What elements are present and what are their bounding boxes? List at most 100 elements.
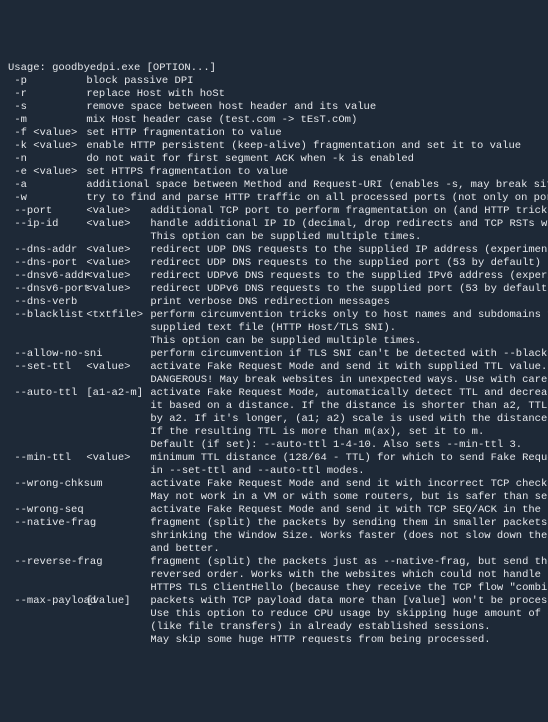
terminal-line: This option can be supplied multiple tim… (8, 231, 540, 244)
option-description: HTTPS TLS ClientHello (because they rece… (150, 582, 548, 595)
terminal-line: --dns-verb print verbose DNS redirection … (8, 296, 540, 309)
terminal-line: --auto-ttl[a1-a2-m]activate Fake Request… (8, 387, 540, 400)
option-description: DANGEROUS! May break websites in unexpec… (150, 374, 548, 387)
option-param: <value> (86, 361, 150, 374)
option-description: it based on a distance. If the distance … (150, 400, 548, 413)
option-flag: -f <value> (14, 127, 86, 140)
option-param: <value> (86, 257, 150, 270)
terminal-line: If the resulting TTL is more than m(ax),… (8, 426, 540, 439)
terminal-line: -k <value>enable HTTP persistent (keep-a… (8, 140, 540, 153)
option-description: mix Host header case (test.com -> tEsT.c… (86, 114, 357, 127)
option-flag: -w (14, 192, 86, 205)
terminal-line: --dnsv6-port<value>redirect UDPv6 DNS re… (8, 283, 540, 296)
terminal-line: -sremove space between host header and i… (8, 101, 540, 114)
option-flag: -n (14, 153, 86, 166)
option-description: do not wait for first segment ACK when -… (86, 153, 414, 166)
option-description: additional space between Method and Requ… (86, 179, 548, 192)
terminal-line: in --set-ttl and --auto-ttl modes. (8, 465, 540, 478)
option-description: May not work in a VM or with some router… (150, 491, 548, 504)
terminal-line: Default (if set): --auto-ttl 1-4-10. Als… (8, 439, 540, 452)
option-description: This option can be supplied multiple tim… (150, 335, 421, 348)
option-description: activate Fake Request Mode and send it w… (150, 361, 547, 374)
option-flag: --allow-no-sni (14, 348, 86, 361)
terminal-line: May not work in a VM or with some router… (8, 491, 540, 504)
option-param: [value] (86, 595, 150, 608)
terminal-line: --wrong-chksumactivate Fake Request Mode… (8, 478, 540, 491)
terminal-line: --min-ttl<value>minimum TTL distance (12… (8, 452, 540, 465)
option-description: redirect UDP DNS requests to the supplie… (150, 244, 548, 257)
terminal-line: -e <value>set HTTPS fragmentation to val… (8, 166, 540, 179)
option-flag: --max-payload (14, 595, 86, 608)
option-flag: -k <value> (14, 140, 86, 153)
option-flag: --dns-addr (14, 244, 86, 257)
option-flag: --auto-ttl (14, 387, 86, 400)
option-flag: --wrong-chksum (14, 478, 86, 491)
terminal-line: --dnsv6-addr<value>redirect UDPv6 DNS re… (8, 270, 540, 283)
option-description: block passive DPI (86, 75, 193, 88)
terminal-line: --set-ttl<value>activate Fake Request Mo… (8, 361, 540, 374)
option-description: This option can be supplied multiple tim… (150, 231, 421, 244)
terminal-line: --wrong-seqactivate Fake Request Mode an… (8, 504, 540, 517)
terminal-line: This option can be supplied multiple tim… (8, 335, 540, 348)
option-description: (like file transfers) in already establi… (150, 621, 490, 634)
terminal-line: --blacklist<txtfile>perform circumventio… (8, 309, 540, 322)
option-description: additional TCP port to perform fragmenta… (150, 205, 548, 218)
option-flag: -e <value> (14, 166, 86, 179)
terminal-line: -ndo not wait for first segment ACK when… (8, 153, 540, 166)
terminal-line: Usage: goodbyedpi.exe [OPTION...] (8, 62, 540, 75)
option-description: replace Host with hoSt (86, 88, 225, 101)
option-description: print verbose DNS redirection messages (150, 296, 389, 309)
terminal-line: shrinking the Window Size. Works faster … (8, 530, 540, 543)
option-param: <value> (86, 218, 150, 231)
option-flag: -a (14, 179, 86, 192)
option-description: enable HTTP persistent (keep-alive) frag… (86, 140, 521, 153)
option-flag: -m (14, 114, 86, 127)
terminal-line: --native-fragfragment (split) the packet… (8, 517, 540, 530)
option-flag: --dns-verb (14, 296, 86, 309)
option-description: Use this option to reduce CPU usage by s… (150, 608, 548, 621)
option-description: redirect UDPv6 DNS requests to the suppl… (150, 270, 548, 283)
option-flag: --wrong-seq (14, 504, 86, 517)
terminal-line: by a2. If it's longer, (a1; a2) scale is… (8, 413, 540, 426)
terminal-line: supplied text file (HTTP Host/TLS SNI). (8, 322, 540, 335)
option-flag: --reverse-frag (14, 556, 86, 569)
option-description: perform circumvention tricks only to hos… (150, 309, 548, 322)
terminal-line: Use this option to reduce CPU usage by s… (8, 608, 540, 621)
option-flag: -s (14, 101, 86, 114)
option-flag: --native-frag (14, 517, 86, 530)
terminal-line: (like file transfers) in already establi… (8, 621, 540, 634)
option-flag: -r (14, 88, 86, 101)
option-description: fragment (split) the packets by sending … (150, 517, 548, 530)
usage-header: Usage: goodbyedpi.exe [OPTION...] (8, 62, 216, 74)
terminal-line: -aadditional space between Method and Re… (8, 179, 540, 192)
option-param: <txtfile> (86, 309, 150, 322)
option-description: remove space between host header and its… (86, 101, 376, 114)
option-flag: --dnsv6-port (14, 283, 86, 296)
terminal-line: --ip-id<value>handle additional IP ID (d… (8, 218, 540, 231)
terminal-line: -pblock passive DPI (8, 75, 540, 88)
option-description: perform circumvention if TLS SNI can't b… (150, 348, 548, 361)
terminal-line: -wtry to find and parse HTTP traffic on … (8, 192, 540, 205)
terminal-line: --reverse-fragfragment (split) the packe… (8, 556, 540, 569)
option-description: set HTTPS fragmentation to value (86, 166, 288, 179)
option-description: handle additional IP ID (decimal, drop r… (150, 218, 548, 231)
terminal-line: -mmix Host header case (test.com -> tEsT… (8, 114, 540, 127)
option-flag: -p (14, 75, 86, 88)
terminal-line: --dns-addr<value>redirect UDP DNS reques… (8, 244, 540, 257)
option-description: reversed order. Works with the websites … (150, 569, 548, 582)
terminal-line: --port<value>additional TCP port to perf… (8, 205, 540, 218)
terminal-line: -f <value>set HTTP fragmentation to valu… (8, 127, 540, 140)
terminal-line: -rreplace Host with hoSt (8, 88, 540, 101)
option-param: <value> (86, 452, 150, 465)
option-description: set HTTP fragmentation to value (86, 127, 281, 140)
terminal-line: DANGEROUS! May break websites in unexpec… (8, 374, 540, 387)
option-flag: --dns-port (14, 257, 86, 270)
option-flag: --port (14, 205, 86, 218)
terminal-line: reversed order. Works with the websites … (8, 569, 540, 582)
option-description: redirect UDP DNS requests to the supplie… (150, 257, 541, 270)
option-flag: --ip-id (14, 218, 86, 231)
option-description: packets with TCP payload data more than … (150, 595, 548, 608)
option-param: <value> (86, 205, 150, 218)
terminal-line: --max-payload[value]packets with TCP pay… (8, 595, 540, 608)
option-description: Default (if set): --auto-ttl 1-4-10. Als… (150, 439, 522, 452)
